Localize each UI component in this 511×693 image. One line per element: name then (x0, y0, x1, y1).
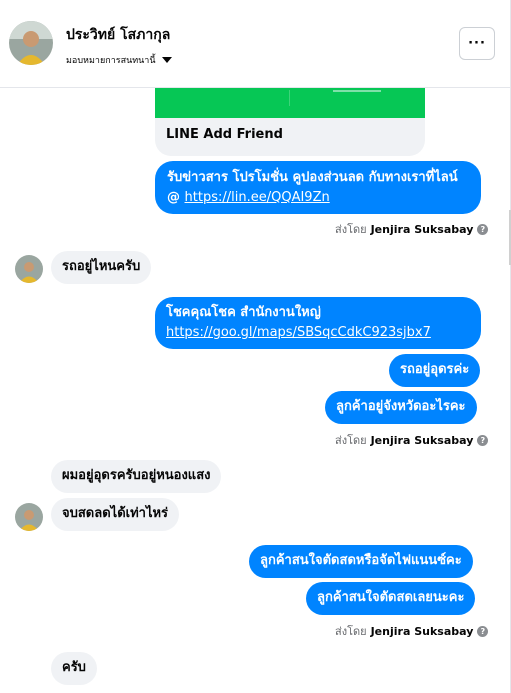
message-outgoing: ลูกค้าสนใจตัดสดเลยนะคะ (306, 582, 476, 615)
info-icon[interactable]: ? (477, 223, 489, 235)
message-incoming: ครับ (51, 652, 97, 685)
sent-by-name: Jenjira Suksabay (370, 624, 474, 638)
message-link[interactable]: https://goo.gl/maps/SBSqcCdkC923sjbx7 (166, 325, 431, 340)
assign-label: มอบหมายการสนทนานี้ (66, 56, 156, 66)
contact-avatar-small[interactable] (15, 503, 43, 531)
info-icon[interactable]: ? (477, 434, 489, 446)
sent-by-name: Jenjira Suksabay (370, 222, 474, 236)
message-text: รับข่าวสาร โปรโมชั่น คูปองส่วนลด กับทางเ… (167, 170, 458, 185)
message-outgoing: รับข่าวสาร โปรโมชั่น คูปองส่วนลด กับทางเ… (155, 161, 481, 214)
message-text: โชคคุณโชค สำนักงานใหญ่ (166, 305, 321, 320)
message-outgoing: โชคคุณโชค สำนักงานใหญ่ https://goo.gl/ma… (155, 297, 481, 349)
message-outgoing: ลูกค้าสนใจตัดสดหรือจัดไฟแนนซ์คะ (249, 545, 473, 578)
message-incoming: จบสดลดได้เท่าไหร่ (51, 498, 180, 531)
message-link[interactable]: https://lin.ee/QQAI9Zn (185, 190, 330, 205)
info-icon[interactable]: ? (477, 625, 489, 637)
contact-avatar[interactable] (9, 21, 53, 65)
assign-conversation-dropdown[interactable]: มอบหมายการสนทนานี้ (66, 53, 172, 67)
contact-avatar-small[interactable] (15, 255, 43, 283)
card-title: LINE Add Friend (166, 127, 283, 142)
sent-by-name: Jenjira Suksabay (370, 433, 474, 447)
line-add-friend-card[interactable]: LINE Add Friend (155, 88, 425, 156)
message-incoming: รถอยู่ไหนครับ (51, 251, 152, 284)
message-outgoing: ลูกค้าอยู่จังหวัดอะไรคะ (325, 391, 477, 424)
message-incoming: ผมอยู่อุดรครับอยู่หนองแสง (51, 460, 222, 493)
conversation-header: ประวิทย์ โสภากุล มอบหมายการสนทนานี้ ··· (0, 0, 511, 88)
contact-name: ประวิทย์ โสภากุล (66, 27, 171, 43)
sent-by-label: ส่งโดย Jenjira Suksabay ? (335, 220, 489, 238)
sent-by-prefix: ส่งโดย (335, 625, 367, 638)
message-outgoing: รถอยู่อุดรค่ะ (389, 354, 481, 387)
caret-down-icon (161, 57, 172, 63)
more-options-button[interactable]: ··· (459, 27, 495, 60)
sent-by-label: ส่งโดย Jenjira Suksabay ? (335, 622, 489, 640)
sent-by-prefix: ส่งโดย (335, 434, 367, 447)
card-image (155, 88, 425, 118)
sent-by-prefix: ส่งโดย (335, 223, 367, 236)
sent-by-label: ส่งโดย Jenjira Suksabay ? (335, 431, 489, 449)
message-text: @ (167, 190, 185, 205)
